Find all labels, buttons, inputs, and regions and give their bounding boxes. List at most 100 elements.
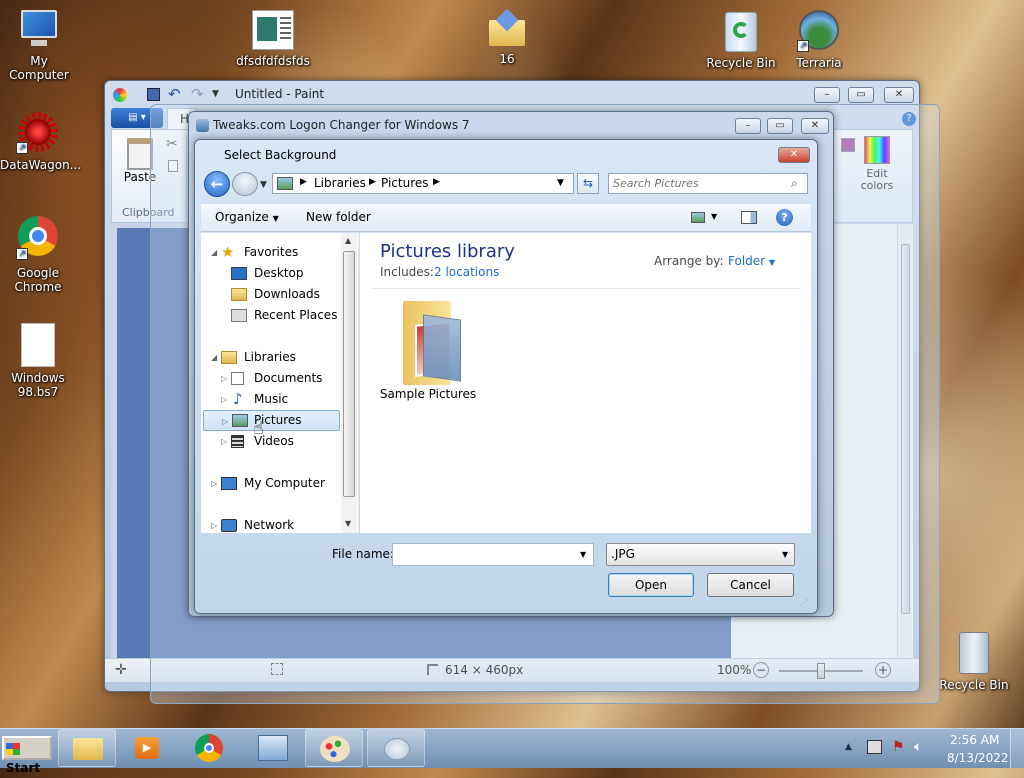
expand-arrow-icon[interactable]: ▷ xyxy=(211,515,217,536)
locations-link[interactable]: 2 locations xyxy=(434,265,499,279)
minimize-button[interactable]: – xyxy=(814,87,840,103)
nav-favorites[interactable]: ◢ ★ Favorites xyxy=(201,242,351,263)
nav-scrollbar[interactable]: ▲ ▼ xyxy=(341,233,357,533)
forward-button[interactable] xyxy=(232,172,258,196)
open-button[interactable]: Open xyxy=(608,573,694,597)
file-name-dropdown-icon[interactable]: ▼ xyxy=(580,550,586,559)
expand-arrow-icon[interactable]: ▷ xyxy=(222,411,228,432)
search-icon[interactable]: ⌕ xyxy=(791,176,798,191)
desktop-icon-dfsdfdfdsfds[interactable]: dfsdfdfdsfds xyxy=(235,10,311,68)
taskbar-control-panel-button[interactable] xyxy=(244,729,302,767)
nav-documents[interactable]: ▷ Documents xyxy=(201,368,351,389)
desktop-icon-recycle-bin-top[interactable]: Recycle Bin xyxy=(703,10,779,70)
desktop-icon-datawagon[interactable]: ↗ DataWagon... xyxy=(0,112,81,172)
volume-icon[interactable]: 🔈︎ xyxy=(914,739,922,755)
chrome-icon: ↗ xyxy=(16,216,60,262)
collapse-arrow-icon[interactable]: ◢ xyxy=(211,347,217,368)
tweaks-app-icon xyxy=(196,119,209,132)
nav-pictures[interactable]: ▷ Pictures xyxy=(203,410,340,431)
move-cursor-icon: ✛ xyxy=(115,662,127,678)
desktop-icon-google-chrome[interactable]: ↗ Google Chrome xyxy=(0,216,76,294)
maximize-button[interactable]: ▭ xyxy=(848,87,874,103)
nav-downloads[interactable]: Downloads xyxy=(201,284,351,305)
folder-icon xyxy=(489,8,525,48)
quick-access-dropdown-icon[interactable]: ▼ xyxy=(212,89,219,99)
clock-time[interactable]: 2:56 AM xyxy=(950,733,999,747)
taskbar-chrome-button[interactable] xyxy=(180,729,238,767)
paint-palette-icon xyxy=(320,736,350,762)
address-bar[interactable]: ▶ Libraries ▶ Pictures ▶ ▼ xyxy=(272,173,574,194)
recent-pages-dropdown-icon[interactable]: ▼ xyxy=(260,180,267,190)
refresh-button[interactable]: ⇆ xyxy=(577,173,599,194)
search-input[interactable] xyxy=(613,176,783,191)
expand-arrow-icon[interactable]: ▷ xyxy=(221,368,227,389)
close-button[interactable]: ✕ xyxy=(884,87,914,103)
clock-date[interactable]: 8/13/2022 xyxy=(947,751,1009,765)
tweaks-close-button[interactable]: ✕ xyxy=(801,118,829,134)
show-desktop-button[interactable] xyxy=(1010,729,1024,768)
search-box[interactable]: ⌕ xyxy=(608,173,808,194)
breadcrumb-pictures[interactable]: Pictures xyxy=(381,176,429,190)
nav-recent-places[interactable]: Recent Places xyxy=(201,305,351,326)
downloads-icon xyxy=(231,288,247,301)
expand-arrow-icon[interactable]: ▷ xyxy=(221,431,227,452)
arrange-by-dropdown[interactable]: Folder ▼ xyxy=(728,254,775,268)
nav-videos[interactable]: ▷ Videos xyxy=(201,431,351,452)
paint-app-icon xyxy=(113,88,127,102)
taskbar-media-player-button[interactable]: ▶ xyxy=(118,729,176,767)
desktop-icon-label: Recycle Bin xyxy=(939,678,1009,692)
cancel-button[interactable]: Cancel xyxy=(707,573,794,597)
recycle-bin-icon xyxy=(954,630,994,674)
breadcrumb-libraries[interactable]: Libraries xyxy=(314,176,366,190)
organize-button[interactable]: Organize ▼ xyxy=(215,210,279,224)
nav-desktop-label: Desktop xyxy=(254,266,304,280)
back-button[interactable]: ← xyxy=(204,171,230,197)
resize-grip-icon[interactable]: ⋰ xyxy=(800,598,808,607)
action-center-flag-icon[interactable]: ⚑ xyxy=(892,739,905,755)
desktop-icon-recycle-bin-bottom[interactable]: Recycle Bin xyxy=(936,630,1012,692)
views-dropdown-icon[interactable]: ▼ xyxy=(711,212,717,221)
folder-item-sample-pictures[interactable]: Sample Pictures xyxy=(378,293,478,403)
desktop-icon-terraria[interactable]: ↗ Terraria xyxy=(781,10,857,70)
desktop-icon-label: DataWagon... xyxy=(0,158,82,172)
expand-arrow-icon[interactable]: ▷ xyxy=(211,473,217,494)
new-folder-button[interactable]: New folder xyxy=(306,210,371,224)
nav-network[interactable]: ▷ Network xyxy=(201,515,351,536)
nav-desktop[interactable]: Desktop xyxy=(201,263,351,284)
show-hidden-icons-icon[interactable]: ▲ xyxy=(845,742,852,752)
address-dropdown-icon[interactable]: ▼ xyxy=(557,178,564,188)
undo-icon[interactable]: ↶ xyxy=(168,85,181,103)
save-icon[interactable] xyxy=(147,88,160,101)
nav-libraries[interactable]: ◢ Libraries xyxy=(201,347,351,368)
file-name-input[interactable] xyxy=(396,547,571,562)
collapse-arrow-icon[interactable]: ◢ xyxy=(211,242,217,263)
redo-icon[interactable]: ↷ xyxy=(191,85,204,103)
file-type-select[interactable]: .JPG ▼ xyxy=(606,543,795,566)
views-icon[interactable] xyxy=(691,212,705,223)
nav-music[interactable]: ▷ ♪ Music xyxy=(201,389,351,410)
taskbar-logon-changer-button[interactable] xyxy=(367,729,425,767)
file-name-combobox[interactable]: ▼ xyxy=(392,543,594,566)
nav-scrollbar-thumb[interactable] xyxy=(343,251,355,497)
nav-my-computer[interactable]: ▷ My Computer xyxy=(201,473,351,494)
breadcrumb-separator-icon: ▶ xyxy=(433,177,440,187)
scroll-up-icon[interactable]: ▲ xyxy=(345,236,351,245)
select-background-dialog[interactable]: Select Background ✕ ← ▼ ▶ Libraries ▶ Pi… xyxy=(194,139,818,614)
scroll-down-icon[interactable]: ▼ xyxy=(345,519,351,528)
start-button[interactable]: Start xyxy=(2,736,52,775)
taskbar-paint-button[interactable] xyxy=(305,729,363,767)
expand-arrow-icon[interactable]: ▷ xyxy=(221,389,227,410)
tweaks-maximize-button[interactable]: ▭ xyxy=(767,118,793,134)
dialog-close-button[interactable]: ✕ xyxy=(778,147,810,163)
network-tray-icon[interactable] xyxy=(867,740,882,754)
desktop-icon-windows98[interactable]: Windows 98.bs7 xyxy=(0,323,76,399)
desktop-icon xyxy=(231,267,247,280)
desktop-icon-16[interactable]: 16 xyxy=(469,8,545,66)
taskbar-explorer-button[interactable] xyxy=(58,729,116,767)
file-type-dropdown-icon[interactable]: ▼ xyxy=(782,550,788,559)
tweaks-minimize-button[interactable]: – xyxy=(735,118,761,134)
nav-music-label: Music xyxy=(254,392,289,406)
preview-pane-icon[interactable] xyxy=(741,211,757,224)
desktop-icon-my-computer[interactable]: My Computer xyxy=(1,10,77,82)
help-icon[interactable]: ? xyxy=(776,209,793,226)
